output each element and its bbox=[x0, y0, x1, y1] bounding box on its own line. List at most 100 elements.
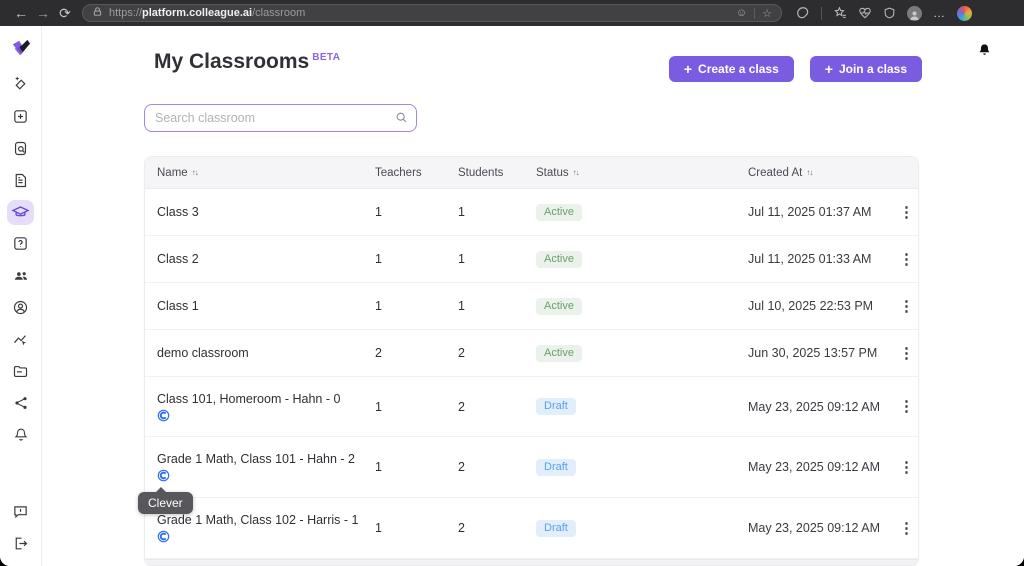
sidebar bbox=[0, 26, 42, 566]
table-row[interactable]: Class 3 1 1 Active Jul 11, 2025 01:37 AM… bbox=[145, 189, 918, 236]
status-badge: Draft bbox=[536, 398, 576, 415]
class-name: Grade 1 Math, Class 102 - Harris - 1 bbox=[157, 513, 375, 527]
sort-icon[interactable]: ↑↓ bbox=[806, 168, 812, 177]
status-badge: Active bbox=[536, 298, 582, 315]
status-badge: Draft bbox=[536, 520, 576, 537]
collections-icon[interactable] bbox=[833, 6, 847, 20]
sort-icon[interactable]: ↑↓ bbox=[573, 168, 579, 177]
class-name: Grade 1 Math, Class 101 - Hahn - 2 bbox=[157, 452, 375, 466]
status-badge: Draft bbox=[536, 459, 576, 476]
students-count: 2 bbox=[458, 400, 536, 414]
students-count: 1 bbox=[458, 205, 536, 219]
teachers-count: 1 bbox=[375, 252, 458, 266]
search-input[interactable] bbox=[144, 104, 417, 132]
clever-source-icon[interactable] bbox=[157, 409, 170, 422]
students-count: 1 bbox=[458, 299, 536, 313]
favorite-star-icon[interactable]: ☆ bbox=[762, 7, 772, 20]
browser-essentials-icon[interactable] bbox=[858, 6, 872, 20]
teachers-count: 1 bbox=[375, 460, 458, 474]
account-icon[interactable] bbox=[11, 298, 31, 317]
teachers-count: 1 bbox=[375, 521, 458, 535]
refresh-icon[interactable]: ⟳ bbox=[54, 0, 76, 26]
plus-icon: + bbox=[684, 61, 692, 77]
copilot-icon[interactable] bbox=[957, 6, 972, 21]
column-header-students: Students bbox=[458, 167, 536, 179]
students-count: 2 bbox=[458, 346, 536, 360]
created-at: Jun 30, 2025 13:57 PM bbox=[748, 346, 895, 360]
row-menu-icon[interactable]: ⋮ bbox=[895, 460, 918, 475]
table-header-row: Name↑↓ Teachers Students Status↑↓ Create… bbox=[145, 157, 918, 189]
row-menu-icon[interactable]: ⋮ bbox=[895, 521, 918, 536]
table-row[interactable]: Grade 1 Math, Class 102 - Harris - 1 1 2… bbox=[145, 498, 918, 559]
back-icon[interactable]: ← bbox=[10, 0, 32, 26]
extensions-icon[interactable] bbox=[796, 6, 810, 20]
main-content: My ClassroomsBETA +Create a class +Join … bbox=[42, 26, 1024, 566]
clever-source-icon[interactable] bbox=[157, 469, 170, 482]
create-square-icon[interactable] bbox=[11, 107, 31, 126]
row-menu-icon[interactable]: ⋮ bbox=[895, 299, 918, 314]
classroom-icon[interactable] bbox=[7, 200, 34, 226]
sort-icon[interactable]: ↑↓ bbox=[192, 168, 198, 177]
students-count: 1 bbox=[458, 252, 536, 266]
class-name: Class 101, Homeroom - Hahn - 0 bbox=[157, 392, 375, 406]
teachers-count: 2 bbox=[375, 346, 458, 360]
notification-bell-icon[interactable] bbox=[977, 42, 992, 63]
column-header-name[interactable]: Name↑↓ bbox=[145, 167, 375, 179]
analytics-icon[interactable] bbox=[11, 330, 31, 349]
plus-icon: + bbox=[825, 61, 833, 77]
url-text: https://platform.colleague.ai/classroom bbox=[109, 7, 736, 19]
logout-icon[interactable] bbox=[11, 534, 31, 553]
colleague-logo[interactable] bbox=[10, 38, 32, 58]
class-name: Class 1 bbox=[157, 299, 375, 313]
clever-source-icon[interactable] bbox=[157, 530, 170, 543]
privacy-shield-icon[interactable] bbox=[883, 6, 896, 20]
document-search-icon[interactable] bbox=[11, 139, 31, 158]
status-badge: Active bbox=[536, 251, 582, 268]
notifications-icon[interactable] bbox=[11, 425, 31, 444]
feedback-icon[interactable] bbox=[11, 502, 31, 521]
row-menu-icon[interactable]: ⋮ bbox=[895, 399, 918, 414]
help-icon[interactable] bbox=[11, 234, 31, 253]
table-row[interactable]: Class 2 1 1 Active Jul 11, 2025 01:33 AM… bbox=[145, 236, 918, 283]
students-count: 2 bbox=[458, 521, 536, 535]
forward-icon[interactable]: → bbox=[32, 0, 54, 26]
join-class-button[interactable]: +Join a class bbox=[810, 56, 922, 82]
address-bar[interactable]: https://platform.colleague.ai/classroom … bbox=[82, 4, 782, 22]
share-icon[interactable] bbox=[11, 394, 31, 413]
students-count: 2 bbox=[458, 460, 536, 474]
folder-icon[interactable] bbox=[11, 362, 31, 381]
toolbar-divider bbox=[821, 7, 822, 20]
classrooms-table: Name↑↓ Teachers Students Status↑↓ Create… bbox=[144, 156, 919, 566]
browser-window: ← → ⟳ https://platform.colleague.ai/clas… bbox=[0, 0, 1024, 566]
class-name: demo classroom bbox=[157, 346, 375, 360]
row-menu-icon[interactable]: ⋮ bbox=[895, 205, 918, 220]
emoji-feedback-icon[interactable]: ☺ bbox=[736, 7, 747, 19]
created-at: Jul 11, 2025 01:37 AM bbox=[748, 205, 895, 219]
beta-badge: BETA bbox=[312, 52, 340, 63]
profile-avatar[interactable] bbox=[907, 6, 922, 21]
class-name: Class 3 bbox=[157, 205, 375, 219]
table-row[interactable]: Grade 1 Math, Class 101 - Hahn - 2 1 2 D… bbox=[145, 437, 918, 498]
table-row[interactable]: Class 1 1 1 Active Jul 10, 2025 22:53 PM… bbox=[145, 283, 918, 330]
row-menu-icon[interactable]: ⋮ bbox=[895, 252, 918, 267]
table-row[interactable]: demo classroom 2 2 Active Jun 30, 2025 1… bbox=[145, 330, 918, 377]
search-icon bbox=[395, 111, 408, 129]
class-name: Class 2 bbox=[157, 252, 375, 266]
lock-icon bbox=[92, 4, 103, 22]
browser-toolbar: ← → ⟳ https://platform.colleague.ai/clas… bbox=[0, 0, 1024, 26]
search-field bbox=[144, 104, 417, 132]
row-menu-icon[interactable]: ⋮ bbox=[895, 346, 918, 361]
students-icon[interactable] bbox=[11, 266, 31, 285]
table-row[interactable]: Class 101, Homeroom - Hahn - 0 1 2 Draft… bbox=[145, 377, 918, 437]
status-badge: Active bbox=[536, 345, 582, 362]
create-class-button[interactable]: +Create a class bbox=[669, 56, 794, 82]
page-title: My ClassroomsBETA bbox=[154, 50, 340, 74]
notes-icon[interactable] bbox=[11, 171, 31, 190]
column-header-status[interactable]: Status↑↓ bbox=[536, 167, 748, 179]
created-at: May 23, 2025 09:12 AM bbox=[748, 460, 895, 474]
ai-tools-icon[interactable] bbox=[11, 75, 31, 94]
column-header-created-at[interactable]: Created At↑↓ bbox=[748, 167, 895, 179]
status-badge: Active bbox=[536, 204, 582, 221]
table-footer-strip bbox=[145, 559, 918, 566]
settings-menu-icon[interactable]: … bbox=[933, 0, 946, 26]
